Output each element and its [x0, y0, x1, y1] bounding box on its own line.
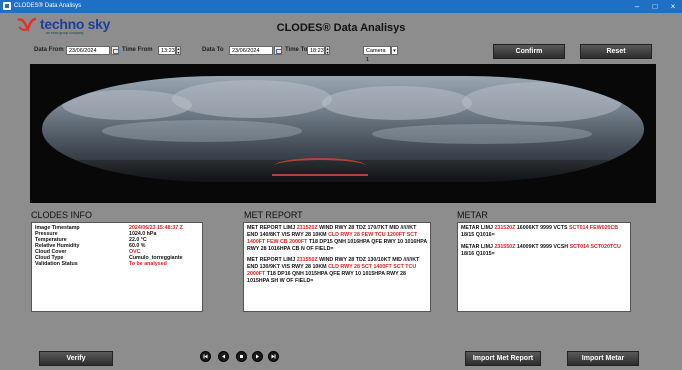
skip-to-end-button[interactable] — [268, 351, 279, 362]
skip-forward-icon — [271, 354, 276, 359]
date-from-field[interactable]: 23/06/2024 — [66, 46, 110, 55]
page-title: CLODES® Data Analisys — [276, 22, 406, 34]
window-title: CLODES® Data Analisys — [14, 3, 82, 9]
camera-select[interactable]: Camera 1 — [363, 46, 391, 63]
time-to-spinner[interactable]: ▴ ▾ — [325, 46, 330, 55]
stop-icon — [240, 355, 243, 358]
date-to-calendar-icon[interactable] — [274, 46, 282, 55]
met-report-entry: MET REPORT LIMJ 231550Z WIND RWY 28 TDZ … — [247, 257, 420, 284]
stop-button[interactable] — [236, 351, 247, 362]
minimize-button[interactable]: – — [628, 0, 646, 13]
metar-panel: METAR LIMJ 231520Z 16006KT 9999 VCTS SCT… — [457, 222, 631, 312]
date-from-calendar-icon[interactable] — [111, 46, 119, 55]
met-report-title: MET REPORT — [244, 210, 303, 220]
info-value: To be analysed — [129, 261, 167, 267]
time-from-field[interactable]: 13:23 — [158, 46, 176, 55]
import-met-report-button[interactable]: Import Met Report — [465, 351, 541, 366]
import-metar-button[interactable]: Import Metar — [567, 351, 639, 366]
confirm-button[interactable]: Confirm — [493, 44, 565, 59]
maximize-button[interactable]: □ — [646, 0, 664, 13]
date-to-label: Data To — [202, 47, 224, 53]
skip-to-start-button[interactable] — [200, 351, 211, 362]
previous-frame-button[interactable] — [218, 351, 229, 362]
skip-back-icon — [203, 354, 208, 359]
info-key: Validation Status — [35, 261, 78, 267]
app-icon — [3, 2, 11, 10]
play-reverse-icon — [222, 354, 225, 359]
metar-title: METAR — [457, 210, 488, 220]
metar-entry: METAR LIMJ 231550Z 14009KT 9999 VCSH SCT… — [461, 244, 621, 257]
met-report-entry: MET REPORT LIMJ 231520Z WIND RWY 28 TDZ … — [247, 225, 427, 252]
time-to-label: Time To — [285, 47, 308, 53]
clodes-info-panel: Image Timestamp 2024/06/23 15:48:37 Z Pres… — [31, 222, 203, 312]
app-header: techno sky an enav group company CLODES®… — [0, 13, 682, 41]
time-from-spinner[interactable]: ▴ ▾ — [176, 46, 181, 55]
time-from-label: Time From — [122, 47, 153, 53]
info-row: Validation Status To be analysed — [35, 261, 167, 267]
time-to-field[interactable]: 18:23 — [307, 46, 325, 55]
panorama-viewer — [30, 64, 656, 203]
play-icon — [256, 354, 259, 359]
clodes-info-title: CLODES INFO — [31, 210, 93, 220]
window-titlebar: CLODES® Data Analisys – □ × — [0, 0, 682, 13]
chevron-down-icon[interactable]: ▾ — [391, 46, 398, 55]
bridge-silhouette — [274, 158, 366, 174]
date-from-label: Data From — [34, 47, 64, 53]
date-to-field[interactable]: 23/06/2024 — [229, 46, 273, 55]
play-button[interactable] — [252, 351, 263, 362]
close-button[interactable]: × — [664, 0, 682, 13]
filter-bar: Data From 23/06/2024 Time From 13:23 ▴ ▾ … — [0, 41, 682, 63]
sky-panorama-image — [42, 76, 644, 182]
metar-entry: METAR LIMJ 231520Z 16006KT 9999 VCTS SCT… — [461, 225, 619, 238]
reset-button[interactable]: Reset — [580, 44, 652, 59]
verify-button[interactable]: Verify — [39, 351, 113, 366]
met-report-panel: MET REPORT LIMJ 231520Z WIND RWY 28 TDZ … — [243, 222, 431, 312]
